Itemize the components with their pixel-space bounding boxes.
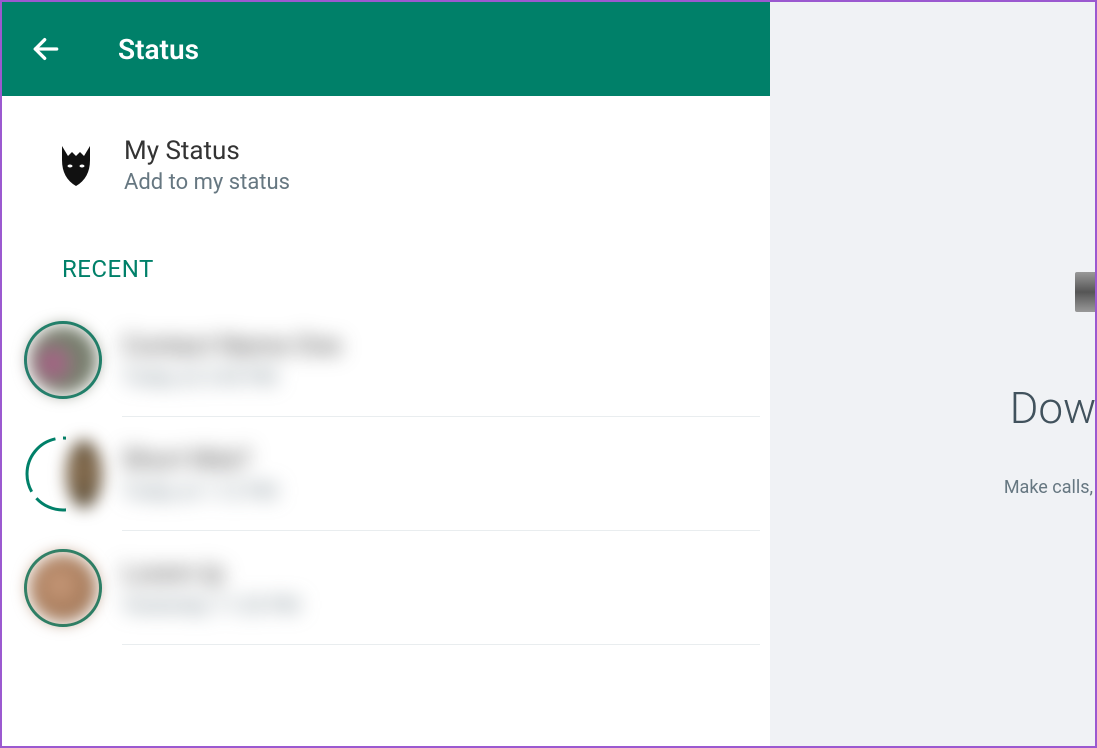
status-item[interactable]: Contact Name One Today at 3:45 PM [2, 303, 770, 417]
right-welcome-panel: Downlo Make calls, share y Y [770, 2, 1095, 746]
back-arrow-icon [30, 33, 62, 65]
status-item[interactable]: Lorem Ip Yesterday 11:20 PM [2, 531, 770, 645]
my-status-avatar [52, 142, 100, 190]
contact-avatar [29, 554, 97, 622]
contact-name: Lorem Ip [122, 559, 299, 589]
status-text: Contact Name One Today at 3:45 PM [122, 331, 341, 389]
right-title: Downlo [1010, 382, 1097, 434]
my-status-row[interactable]: My Status Add to my status [2, 96, 770, 225]
status-item[interactable]: Short Nite? Today at 1:12 PM [2, 417, 770, 531]
status-time: Yesterday 11:20 PM [122, 593, 299, 617]
status-ring [24, 549, 102, 627]
status-time: Today at 3:45 PM [122, 365, 341, 389]
contact-name: Contact Name One [122, 331, 341, 361]
status-text: Lorem Ip Yesterday 11:20 PM [122, 559, 299, 617]
back-button[interactable] [22, 25, 70, 73]
right-subtitle: Make calls, share y [1004, 477, 1097, 498]
status-ring [24, 321, 102, 399]
my-status-text: My Status Add to my status [124, 136, 290, 195]
status-panel: Status My Status Add to my status RECENT… [2, 2, 770, 746]
batman-icon [56, 144, 96, 188]
contact-name: Short Nite? [122, 445, 277, 475]
my-status-title: My Status [124, 136, 290, 166]
contact-avatar [29, 326, 97, 394]
recent-section-label: RECENT [2, 225, 770, 303]
device-illustration-icon [1075, 272, 1095, 312]
contact-avatar [66, 440, 102, 508]
status-text: Short Nite? Today at 1:12 PM [122, 445, 277, 503]
status-header: Status [2, 2, 770, 96]
status-list: Contact Name One Today at 3:45 PM Short Ni… [2, 303, 770, 645]
status-ring [24, 435, 102, 513]
page-title: Status [118, 33, 199, 66]
my-status-subtitle: Add to my status [124, 170, 290, 195]
status-time: Today at 1:12 PM [122, 479, 277, 503]
status-ring-icon [24, 435, 66, 513]
